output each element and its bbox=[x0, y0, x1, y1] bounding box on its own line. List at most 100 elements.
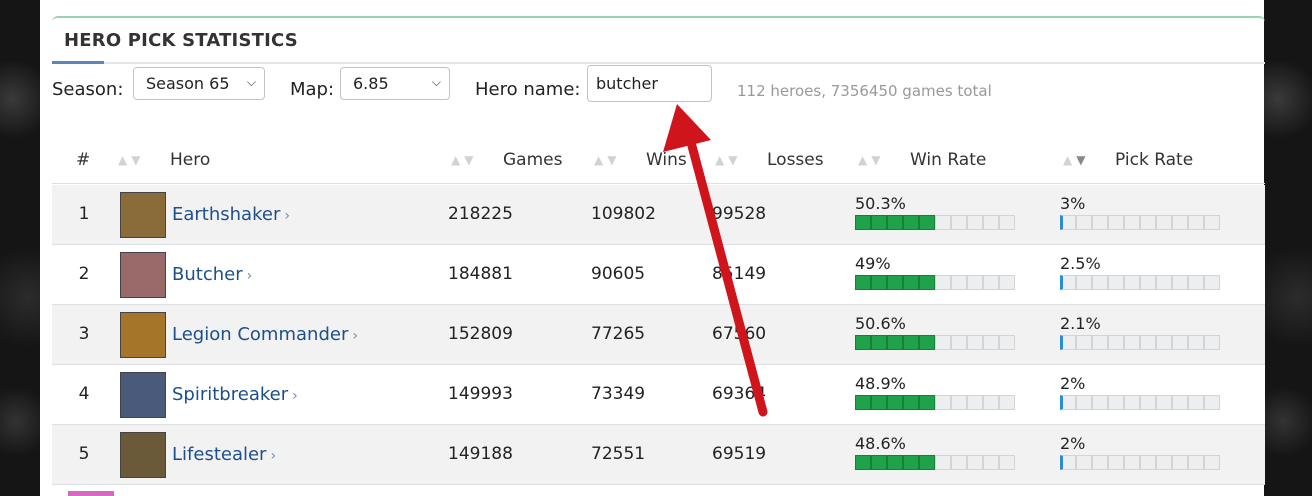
win-rate-value: 48.6% bbox=[855, 434, 906, 453]
pick-rate-segment bbox=[1140, 395, 1156, 410]
win-rate-segment bbox=[855, 215, 871, 230]
sort-desc-icon[interactable]: ▼ bbox=[728, 153, 741, 167]
pick-rate-segment bbox=[1060, 275, 1076, 290]
pick-rate-segment bbox=[1204, 215, 1220, 230]
games-cell: 152809 bbox=[448, 324, 513, 344]
win-rate-segment bbox=[967, 395, 983, 410]
wins-cell: 77265 bbox=[591, 324, 646, 344]
pick-rate-segment bbox=[1124, 455, 1140, 470]
hero-sort-control[interactable]: ▲▼ bbox=[118, 153, 144, 167]
win-rate-segment bbox=[903, 455, 919, 470]
col-hero[interactable]: Hero bbox=[170, 150, 210, 170]
col-losses[interactable]: Losses bbox=[767, 150, 824, 170]
hero-link[interactable]: Earthshaker › bbox=[172, 204, 290, 225]
chevron-right-icon: › bbox=[352, 328, 358, 344]
hero-link[interactable]: Spiritbreaker › bbox=[172, 384, 298, 405]
avatar[interactable] bbox=[120, 312, 166, 358]
pick-rate-segment bbox=[1140, 335, 1156, 350]
table-row: 1 Earthshaker › 218225 109802 99528 50.3% 3% bbox=[52, 185, 1265, 245]
win-rate-segment bbox=[903, 335, 919, 350]
col-wins[interactable]: Wins bbox=[646, 150, 687, 170]
pick-rate-segment bbox=[1156, 215, 1172, 230]
pick-rate-bar bbox=[1060, 275, 1220, 290]
pick-rate-segment bbox=[1076, 455, 1092, 470]
games-cell: 218225 bbox=[448, 204, 513, 224]
sort-desc-icon[interactable]: ▼ bbox=[131, 153, 144, 167]
losses-sort-control[interactable]: ▲▼ bbox=[715, 153, 741, 167]
sort-asc-icon[interactable]: ▲ bbox=[1063, 153, 1076, 167]
win-rate-value: 49% bbox=[855, 254, 891, 273]
sort-desc-icon[interactable]: ▼ bbox=[871, 153, 884, 167]
pick-rate-segment bbox=[1156, 275, 1172, 290]
sort-desc-icon[interactable]: ▼ bbox=[464, 153, 477, 167]
win-rate-bar bbox=[855, 275, 1015, 290]
sort-asc-icon[interactable]: ▲ bbox=[118, 153, 131, 167]
win-rate-segment bbox=[951, 275, 967, 290]
map-select[interactable]: 6.85 ⌵ bbox=[340, 67, 450, 100]
hero-name[interactable]: Butcher bbox=[172, 264, 243, 285]
losses-cell: 69519 bbox=[712, 444, 767, 464]
hero-link[interactable]: Lifestealer › bbox=[172, 444, 276, 465]
rank-cell: 2 bbox=[78, 264, 90, 284]
win-rate-value: 50.3% bbox=[855, 194, 906, 213]
win-rate-segment bbox=[983, 335, 999, 350]
season-select-value: Season 65 bbox=[146, 74, 230, 93]
losses-cell: 99528 bbox=[712, 204, 767, 224]
avatar[interactable] bbox=[120, 432, 166, 478]
pick-rate-segment bbox=[1172, 455, 1188, 470]
pick-rate-segment bbox=[1156, 395, 1172, 410]
avatar[interactable] bbox=[120, 192, 166, 238]
pick-rate-segment bbox=[1140, 455, 1156, 470]
col-games[interactable]: Games bbox=[503, 150, 562, 170]
hero-name[interactable]: Spiritbreaker bbox=[172, 384, 288, 405]
background-art-left bbox=[0, 0, 40, 496]
win-rate-segment bbox=[967, 335, 983, 350]
filters-bar: Season: Season 65 ⌵ Map: 6.85 ⌵ Hero nam… bbox=[52, 65, 1265, 109]
sort-asc-icon[interactable]: ▲ bbox=[858, 153, 871, 167]
col-rank: # bbox=[76, 150, 91, 170]
hero-name[interactable]: Legion Commander bbox=[172, 324, 348, 345]
pick-rate-cell: 2.5% bbox=[1060, 255, 1220, 290]
pick-rate-bar bbox=[1060, 215, 1220, 230]
sort-desc-icon[interactable]: ▼ bbox=[1076, 153, 1089, 167]
pick-rate-segment bbox=[1188, 215, 1204, 230]
hero-name[interactable]: Earthshaker bbox=[172, 204, 280, 225]
wins-sort-control[interactable]: ▲▼ bbox=[594, 153, 620, 167]
sort-asc-icon[interactable]: ▲ bbox=[594, 153, 607, 167]
col-win-rate[interactable]: Win Rate bbox=[910, 150, 986, 170]
win-rate-bar bbox=[855, 395, 1015, 410]
win-rate-segment bbox=[951, 455, 967, 470]
hero-name-input[interactable]: butcher bbox=[587, 65, 712, 102]
win-rate-segment bbox=[951, 395, 967, 410]
table-row: 5 Lifestealer › 149188 72551 69519 48.6% 2% bbox=[52, 425, 1265, 485]
win-rate-segment bbox=[983, 455, 999, 470]
pick-rate-segment bbox=[1156, 455, 1172, 470]
winrate-sort-control[interactable]: ▲▼ bbox=[858, 153, 884, 167]
sort-asc-icon[interactable]: ▲ bbox=[451, 153, 464, 167]
hero-name[interactable]: Lifestealer bbox=[172, 444, 266, 465]
avatar[interactable] bbox=[120, 252, 166, 298]
games-sort-control[interactable]: ▲▼ bbox=[451, 153, 477, 167]
sort-desc-icon[interactable]: ▼ bbox=[607, 153, 620, 167]
col-pick-rate[interactable]: Pick Rate bbox=[1115, 150, 1193, 170]
win-rate-segment bbox=[871, 215, 887, 230]
pick-rate-segment bbox=[1188, 275, 1204, 290]
season-select[interactable]: Season 65 ⌵ bbox=[133, 67, 265, 100]
avatar[interactable] bbox=[120, 372, 166, 418]
win-rate-segment bbox=[871, 455, 887, 470]
win-rate-segment bbox=[983, 395, 999, 410]
table-row: 3 Legion Commander › 152809 77265 67560 50.6% 2… bbox=[52, 305, 1265, 365]
win-rate-segment bbox=[999, 395, 1015, 410]
win-rate-cell: 50.6% bbox=[855, 315, 1015, 350]
pick-rate-bar bbox=[1060, 395, 1220, 410]
hero-link[interactable]: Butcher › bbox=[172, 264, 252, 285]
hero-link[interactable]: Legion Commander › bbox=[172, 324, 358, 345]
table-row: 4 Spiritbreaker › 149993 73349 69364 48.9% 2% bbox=[52, 365, 1265, 425]
win-rate-segment bbox=[999, 455, 1015, 470]
pickrate-sort-control[interactable]: ▲▼ bbox=[1063, 153, 1089, 167]
win-rate-bar bbox=[855, 455, 1015, 470]
stats-card: HERO PICK STATISTICS Season: Season 65 ⌵… bbox=[52, 16, 1265, 496]
pick-rate-segment bbox=[1204, 335, 1220, 350]
sort-asc-icon[interactable]: ▲ bbox=[715, 153, 728, 167]
win-rate-segment bbox=[887, 335, 903, 350]
